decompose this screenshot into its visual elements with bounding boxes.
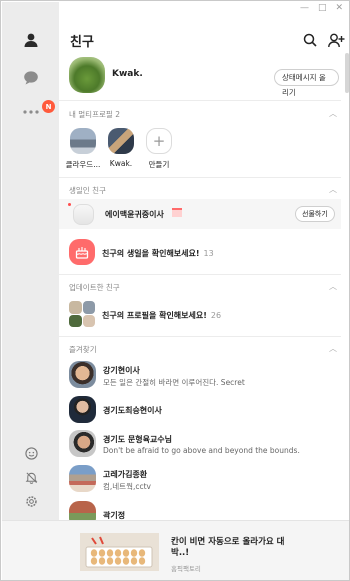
list-item[interactable]: 경기도 문형육교수님 Don't be afraid to go above a… [69,430,339,460]
avatar-grid [69,301,95,327]
avatar [69,430,96,457]
create-multi-profile-button[interactable]: + 만들기 [139,128,179,170]
avatar [69,396,96,423]
ad-title[interactable]: 칸이 비면 자동으로 올라가요 대박..! [171,537,291,559]
section-title[interactable]: 즐겨찾기 [69,344,97,355]
chats-tab[interactable] [16,64,46,92]
profile-name: Kwak. [112,69,143,79]
more-icon [23,110,39,114]
search-button[interactable] [299,29,321,51]
list-item[interactable]: 고레가김종환 컴,네트웍,cctv [69,465,339,495]
updated-label: 친구의 프로필을 확인해보세요! [102,311,207,320]
avatar[interactable] [69,57,105,93]
friends-list: Kwak. 상태메시지 올리기 내 멀티프로필 2 ︿ 클라우드... Kwak… [59,53,341,520]
friend-name: 에이맥윤귀중이사 [105,210,164,219]
bell-off-icon [25,471,37,484]
friend-name: 고레가김종환 [103,470,148,479]
chevron-up-icon[interactable]: ︿ [329,108,337,119]
chevron-up-icon[interactable]: ︿ [329,343,337,354]
divider [59,274,341,275]
birthday-count: 13 [203,249,214,258]
divider [59,177,341,178]
multi-profile-label: 클라우드... [65,160,101,169]
add-friend-icon [327,33,344,47]
chevron-up-icon[interactable]: ︿ [329,281,337,292]
divider [59,336,341,337]
status-message: Don't be afraid to go above and beyond t… [103,446,300,455]
multi-profile-item[interactable]: Kwak. [101,128,141,168]
multi-profile-label: Kwak. [109,159,133,168]
person-icon [24,33,38,47]
my-profile[interactable]: Kwak. 상태메시지 올리기 [69,57,339,97]
ad-source: 홈픽팩토리 [171,565,201,573]
new-badge: N [42,100,55,113]
multi-profile-header[interactable]: 내 멀티프로필 2 [69,109,120,120]
settings-icon [25,495,37,507]
scrollbar[interactable] [345,53,349,93]
multi-profile-item[interactable]: 클라우드... [63,128,103,170]
multi-profile-label: 만들기 [148,160,170,169]
minimize-button[interactable]: — [300,3,309,13]
birthday-check-text: 친구의 생일을 확인해보세요! 13 [102,248,214,259]
cake-icon [69,239,95,265]
settings-button[interactable] [16,487,46,515]
add-icon: + [146,128,172,154]
avatar [69,361,96,388]
section-title[interactable]: 업데이트한 친구 [69,282,120,293]
avatar [73,204,94,225]
divider [59,100,341,101]
left-rail: N [2,2,59,520]
chat-icon [24,71,38,85]
friend-name: 곽기정 [103,511,126,520]
list-item[interactable]: 경기도최승현이사 [69,396,339,426]
avatar [70,128,96,154]
gift-button[interactable]: 선물하기 [295,206,335,222]
avatar [69,501,96,520]
birthday-dot [68,203,71,206]
avatar [108,128,134,154]
close-button[interactable]: ✕ [335,3,343,13]
friend-name: 강기현이사 [103,366,140,375]
page-title: 친구 [70,35,94,50]
kakaotalk-window: — □ ✕ N 친구 Kwak. 상태메시지 올리기 내 멀티프로필 2 ︿ 클… [0,0,350,581]
add-friend-button[interactable] [325,29,347,51]
section-title: 내 멀티프로필 [69,110,113,119]
birthday-friend-row[interactable]: 에이맥윤귀중이사 선물하기 [59,199,341,229]
birthday-check-row[interactable]: 친구의 생일을 확인해보세요! 13 [69,239,339,267]
section-title[interactable]: 생일인 친구 [69,185,106,196]
list-item[interactable]: 곽기정 [69,501,339,520]
search-icon [303,33,317,47]
list-item[interactable]: 강기현이사 모든 일은 간절히 바라면 이루어진다. Secret [69,361,339,391]
emoji-icon [24,446,38,460]
updated-count: 26 [210,311,222,320]
status-message: 컴,네트웍,cctv [103,482,151,491]
friend-name: 경기도 문형육교수님 [103,435,173,444]
friend-name: 경기도최승현이사 [103,406,162,415]
updated-text: 친구의 프로필을 확인해보세요! 26 [102,310,221,321]
birthday-check-label: 친구의 생일을 확인해보세요! [102,249,200,258]
avatar [69,465,96,492]
more-tab[interactable] [16,98,46,126]
friends-tab[interactable] [16,26,46,54]
section-count: 2 [115,110,120,119]
maximize-button[interactable]: □ [318,3,327,13]
ad-banner[interactable]: 칸이 비면 자동으로 올라가요 대박..! 홈픽팩토리 [2,520,349,580]
window-controls: — □ ✕ [300,3,343,13]
cake-icon [172,208,182,217]
ad-image[interactable] [80,533,159,571]
status-message-button[interactable]: 상태메시지 올리기 [274,69,339,97]
chevron-up-icon[interactable]: ︿ [329,184,337,195]
status-message: 모든 일은 간절히 바라면 이루어진다. Secret [103,378,245,387]
updated-profiles-row[interactable]: 친구의 프로필을 확인해보세요! 26 [69,301,339,329]
